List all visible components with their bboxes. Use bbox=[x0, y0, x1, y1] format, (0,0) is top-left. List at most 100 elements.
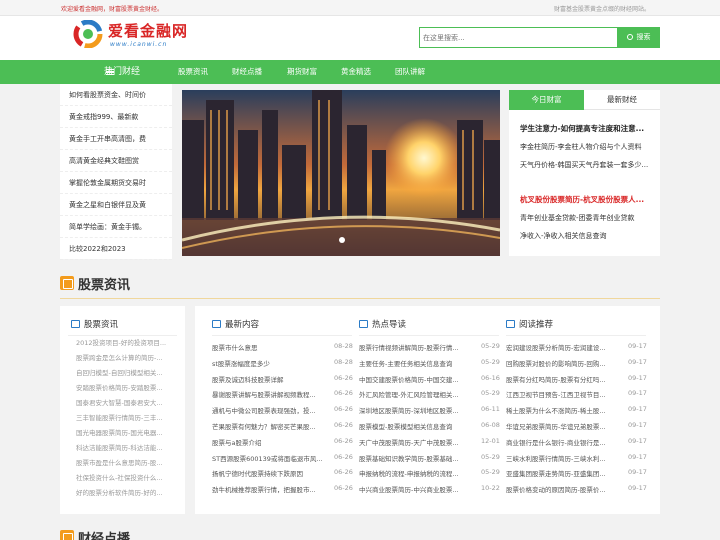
article-link[interactable]: 股票基础知识教学简历-股票基础... bbox=[359, 453, 477, 463]
section-icon bbox=[60, 276, 74, 290]
list-item[interactable]: 天气丹价格-韩国买天气丹套装一套多少... bbox=[520, 160, 648, 170]
nav-item-futures[interactable]: 期货财富 bbox=[287, 60, 317, 84]
list-item[interactable]: 社保投资什么-社保投资什么... bbox=[76, 472, 180, 482]
article-link[interactable]: 股票与a股票介绍 bbox=[212, 437, 330, 447]
article-date: 09-17 bbox=[628, 389, 647, 398]
article-date: 09-17 bbox=[628, 373, 647, 382]
article-date: 05-29 bbox=[481, 357, 500, 366]
article-link[interactable]: 中国交建股票价格简历-中国交建... bbox=[359, 374, 477, 384]
article-link[interactable]: 股票及诚迈科技股票详解 bbox=[212, 374, 330, 384]
article-link[interactable]: 深圳地区股票简历-深圳地区股票... bbox=[359, 405, 477, 415]
article-link[interactable]: 扬帆宁德时代股票持续下跌原因 bbox=[212, 468, 330, 478]
article-link[interactable]: 申报纳税的流程-申报纳税的流程... bbox=[359, 468, 477, 478]
list-item[interactable]: 李金柱简历-李金柱人物介绍与个人资料 bbox=[520, 142, 642, 152]
article-date: 06-11 bbox=[481, 405, 500, 414]
article-link[interactable]: 通机与中微公司股票表现强劲，投... bbox=[212, 405, 330, 415]
article-date: 06-26 bbox=[334, 484, 353, 493]
article-link[interactable]: 回购股票对股价的影响简历-回购... bbox=[506, 358, 624, 368]
article-link[interactable]: 宏润建设股票分析简历-宏润建设... bbox=[506, 342, 624, 352]
nav-item-stocks[interactable]: 股票资讯 bbox=[178, 60, 208, 84]
list-item[interactable]: 黄金之星和白银伴显及黄 bbox=[60, 194, 172, 216]
list-item[interactable]: 国光电器股票简历-国光电器... bbox=[76, 427, 180, 437]
panel-title: 阅读推荐 bbox=[506, 318, 553, 330]
article-date: 09-17 bbox=[628, 405, 647, 414]
search-input[interactable] bbox=[420, 28, 610, 47]
list-item[interactable]: 如何看股票资金、时间价 bbox=[60, 84, 172, 106]
article-link[interactable]: 中兴商业股票简历-中兴商业股票... bbox=[359, 484, 477, 494]
site-title[interactable]: 爱看金融网 bbox=[108, 20, 188, 41]
document-icon bbox=[359, 320, 368, 328]
search-box bbox=[419, 27, 618, 48]
list-item[interactable]: 简单学绘画：黄金手镯。 bbox=[60, 216, 172, 238]
article-link[interactable]: 芒果股票有何魅力？解密买芒果股... bbox=[212, 421, 330, 431]
news-tab-box: 今日财富 最新财经 学生注意力-如何提高专注度和注意... 李金柱简历-李金柱人… bbox=[509, 90, 660, 256]
article-link[interactable]: 暴谢股票讲解与股票讲解视频教程... bbox=[212, 389, 330, 399]
article-link[interactable]: 商业银行是什么银行-商业银行是... bbox=[506, 437, 624, 447]
document-icon bbox=[71, 320, 80, 328]
article-link[interactable]: 股票有分红吗简历-股票有分红吗... bbox=[506, 374, 624, 384]
list-item[interactable]: 安踏股票价格简历-安踏股票... bbox=[76, 382, 180, 392]
tab-today-wealth[interactable]: 今日财富 bbox=[509, 90, 584, 110]
article-date: 05-29 bbox=[481, 342, 500, 350]
search-button[interactable]: 搜索 bbox=[617, 27, 660, 48]
article-link[interactable]: 股票行情视频讲解简历-股票行情... bbox=[359, 342, 477, 352]
article-date: 09-17 bbox=[628, 421, 647, 429]
list-item[interactable]: 掌握伦敦金属期货交易时 bbox=[60, 172, 172, 194]
banner-image[interactable] bbox=[182, 90, 500, 256]
article-link[interactable]: 股票价格变动的原因简历-股票价... bbox=[506, 484, 624, 494]
featured-headline[interactable]: 学生注意力-如何提高专注度和注意... bbox=[520, 123, 644, 134]
article-date: 06-26 bbox=[334, 389, 353, 398]
article-date: 06-16 bbox=[481, 373, 500, 382]
article-link[interactable]: 主要任务-主要任务相关信息查询 bbox=[359, 358, 477, 368]
list-item[interactable]: 好的股票分析软件简历-好的... bbox=[76, 487, 180, 497]
article-link[interactable]: 三峡水利股票行情简历-三峡水利... bbox=[506, 453, 624, 463]
list-item[interactable]: 高清黄金经典文鞋图赏 bbox=[60, 150, 172, 172]
article-link[interactable]: 外汇风险管理-外汇风险管理相关... bbox=[359, 389, 477, 399]
list-item[interactable]: 国泰君安大智慧-国泰君安大... bbox=[76, 397, 180, 407]
article-link[interactable]: 天广中茂股票简历-天广中茂股票... bbox=[359, 437, 477, 447]
article-date: 06-26 bbox=[334, 452, 353, 461]
list-item[interactable]: 比较2022和2023 bbox=[60, 238, 172, 260]
article-link[interactable]: st股票涨幅度是多少 bbox=[212, 358, 330, 368]
nav-item-gold[interactable]: 黄金精选 bbox=[341, 60, 371, 84]
section-title: 财经点播 bbox=[78, 532, 131, 540]
article-link[interactable]: 股票模型-股票模型相关信息查询 bbox=[359, 421, 477, 431]
hot-finance-menu[interactable]: 热门财经 bbox=[60, 60, 172, 84]
list-item[interactable]: 黄金戒指999、最新款 bbox=[60, 106, 172, 128]
article-date: 06-08 bbox=[481, 421, 500, 429]
article-date: 09-17 bbox=[628, 484, 647, 493]
list-item[interactable]: 三丰智能股票行情简历-三丰... bbox=[76, 412, 180, 422]
list-item[interactable]: 青年创业基金贷款-团委青年创业贷款 bbox=[520, 213, 635, 223]
article-date: 06-26 bbox=[334, 405, 353, 414]
tab-latest-finance[interactable]: 最新财经 bbox=[584, 90, 660, 110]
nav-item-finance[interactable]: 财经点播 bbox=[232, 60, 262, 84]
article-link[interactable]: 江西卫视节目预告-江西卫视节目... bbox=[506, 389, 624, 399]
article-date: 05-29 bbox=[481, 452, 500, 461]
featured-headline[interactable]: 杭叉股份股票简历-杭叉股份股票人... bbox=[520, 194, 644, 205]
logo-icon[interactable] bbox=[73, 20, 103, 48]
site-url: www.icanwi.cn bbox=[110, 41, 168, 48]
article-date: 05-29 bbox=[481, 389, 500, 398]
article-link[interactable]: ST西源股票600139或将面临退市风... bbox=[212, 453, 330, 463]
nav-item-team[interactable]: 团队讲解 bbox=[395, 60, 425, 84]
list-item[interactable]: 股票市盈是什么意思简历-股... bbox=[76, 457, 180, 467]
stock-news-panel: 股票资讯 2012投资项目-好的投资项目... 股票跨金是怎么计算的简历-...… bbox=[60, 306, 185, 514]
article-link[interactable]: 稀土股票为什么不涨简历-稀土股... bbox=[506, 405, 624, 415]
list-item[interactable]: 2012投资项目-好的投资项目... bbox=[76, 337, 180, 347]
welcome-text: 欢迎爱看金融网，财富股票黄金财经。 bbox=[61, 6, 164, 13]
article-link[interactable]: 华谊兄弟股票简历-华谊兄弟股票... bbox=[506, 421, 624, 431]
article-link[interactable]: 劲牛机械推荐股票行情，把握股市... bbox=[212, 484, 330, 494]
article-date: 06-26 bbox=[334, 373, 353, 382]
list-item[interactable]: 黄金手工开串高清图，费 bbox=[60, 128, 172, 150]
article-date: 08-28 bbox=[334, 357, 353, 366]
article-date: 06-26 bbox=[334, 468, 353, 477]
article-link[interactable]: 亚盛集团股票走势简历-亚盛集团... bbox=[506, 468, 624, 478]
content-panel: 最新内容 热点导读 阅读推荐 股票市什么意思 08-28 st股票涨幅度是多少 08-… bbox=[195, 306, 660, 514]
section-title: 股票资讯 bbox=[78, 278, 131, 293]
article-link[interactable]: 股票市什么意思 bbox=[212, 342, 330, 352]
carousel-dot[interactable] bbox=[339, 237, 345, 243]
list-item[interactable]: 净收入-净收入相关信息查询 bbox=[520, 231, 607, 241]
list-item[interactable]: 科达洁能股票简历-科达洁能... bbox=[76, 442, 180, 452]
list-item[interactable]: 自回归模型-自回归模型相关... bbox=[76, 367, 180, 377]
list-item[interactable]: 股票跨金是怎么计算的简历-... bbox=[76, 352, 180, 362]
